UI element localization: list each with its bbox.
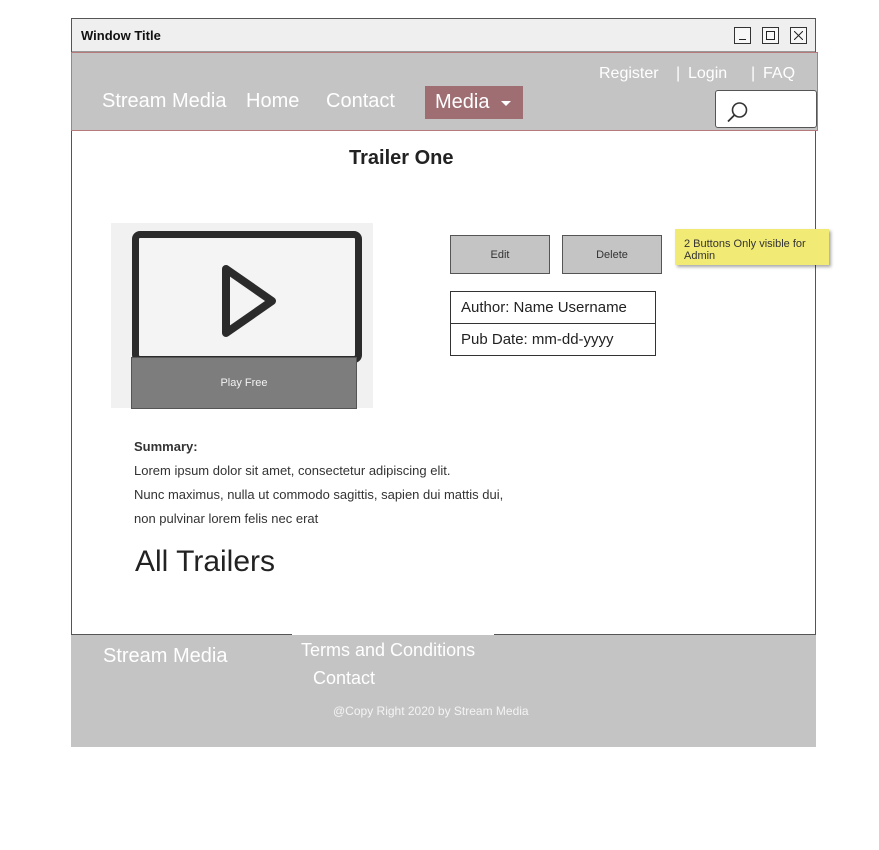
summary-line: Nunc maximus, nulla ut commodo sagittis,… [134, 487, 504, 502]
close-icon[interactable] [790, 27, 807, 44]
search-input[interactable] [715, 90, 817, 128]
summary-block: Summary: Lorem ipsum dolor sit amet, con… [134, 435, 503, 531]
play-free-button[interactable]: Play Free [131, 357, 357, 409]
author-row: Author: Name Username [461, 299, 627, 316]
summary-heading: Summary: [134, 439, 198, 454]
video-player[interactable]: Play Free [111, 223, 373, 409]
search-icon [727, 102, 748, 123]
media-dropdown[interactable]: Media [425, 86, 523, 119]
window-title: Window Title [81, 28, 161, 43]
faq-link[interactable]: FAQ [763, 65, 795, 83]
all-trailers-heading: All Trailers [135, 545, 276, 578]
footer-contact-link[interactable]: Contact [313, 668, 375, 689]
summary-line: Lorem ipsum dolor sit amet, consectetur … [134, 463, 451, 478]
brand-link[interactable]: Stream Media [102, 90, 227, 113]
contact-link[interactable]: Contact [326, 90, 395, 113]
footer-brand-link[interactable]: Stream Media [103, 645, 228, 668]
app-window: Window Title Register | Login | FAQ Stre… [71, 18, 829, 747]
admin-sticky-note: 2 Buttons Only visible for Admin [675, 229, 829, 265]
title-bar: Window Title [72, 19, 815, 52]
copyright-text: @Copy Right 2020 by Stream Media [333, 704, 529, 718]
register-link[interactable]: Register [599, 65, 659, 83]
login-link[interactable]: Login [688, 65, 727, 83]
home-link[interactable]: Home [246, 90, 299, 113]
nav-separator: | [676, 65, 681, 82]
summary-line: non pulvinar lorem felis nec erat [134, 511, 319, 526]
media-dropdown-label: Media [435, 91, 490, 113]
play-icon[interactable] [221, 264, 279, 338]
trailer-meta-table: Author: Name Username Pub Date: mm-dd-yy… [450, 291, 656, 356]
edit-button[interactable]: Edit [450, 235, 550, 274]
delete-button[interactable]: Delete [562, 235, 662, 274]
page-title: Trailer One [349, 147, 454, 169]
video-screen[interactable] [132, 231, 362, 363]
terms-link[interactable]: Terms and Conditions [301, 640, 475, 661]
footer: Stream Media Terms and Conditions Contac… [71, 633, 816, 747]
pub-date-row: Pub Date: mm-dd-yyyy [451, 323, 655, 355]
caret-down-icon [501, 101, 511, 106]
nav-separator: | [751, 65, 756, 82]
minimize-icon[interactable] [734, 27, 751, 44]
footer-links: Terms and Conditions Contact [292, 633, 494, 695]
top-navbar: Register | Login | FAQ Stream Media Home… [71, 52, 818, 131]
maximize-icon[interactable] [762, 27, 779, 44]
